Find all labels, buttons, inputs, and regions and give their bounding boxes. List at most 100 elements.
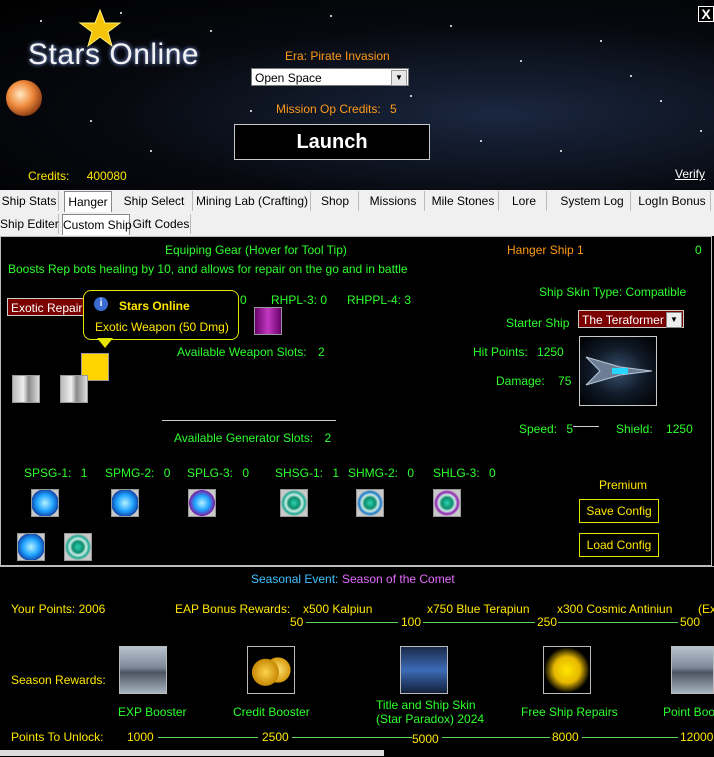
generator-shlg3: SHLG-3: 0 — [433, 466, 496, 480]
progress-line — [306, 622, 398, 623]
reward-free-repairs: Free Ship Repairs — [521, 705, 618, 719]
verify-link[interactable]: Verify — [675, 167, 705, 181]
damage-label: Damage: — [496, 374, 545, 388]
tab-shop[interactable]: Shop — [312, 191, 359, 211]
tab-hanger[interactable]: Hanger — [64, 191, 112, 212]
progress-line — [158, 737, 258, 738]
divider — [162, 420, 336, 421]
reward-credit-booster: Credit Booster — [233, 705, 310, 719]
exp-booster-icon[interactable] — [119, 646, 167, 694]
generator-slot-shsg1[interactable] — [280, 489, 308, 517]
horizontal-scrollbar[interactable] — [0, 750, 384, 756]
generator-slot-shmg2[interactable] — [356, 489, 384, 517]
eap-point-2: 100 — [401, 615, 422, 629]
ship-image — [579, 336, 657, 406]
ship-dropdown[interactable]: The Teraformer ▼ — [578, 310, 684, 328]
gear-count: 0 — [240, 293, 247, 307]
launch-button[interactable]: Launch — [234, 124, 430, 160]
rhpl3-stat: RHPL-3: 0 — [271, 293, 327, 307]
credits-label: Credits: — [28, 169, 70, 183]
speed-label: Speed: — [519, 422, 558, 436]
chevron-down-icon[interactable]: ▼ — [666, 312, 682, 328]
load-config-button[interactable]: Load Config — [579, 533, 659, 557]
generator-slot-splg3[interactable] — [188, 489, 216, 517]
season-event-label: Seasonal Event: — [251, 572, 339, 586]
tab-ship-editer[interactable]: Ship Editer — [0, 214, 59, 234]
rhppl4-value: 3 — [404, 293, 412, 307]
tooltip: i Stars Online Exotic Weapon (50 Dmg) — [83, 290, 239, 340]
rhppl4-stat: RHPPL-4: 3 — [347, 293, 411, 307]
speed-value: 5 — [566, 422, 574, 436]
equipping-title: Equiping Gear (Hover for Tool Tip) — [165, 243, 347, 257]
progress-line — [442, 737, 550, 738]
weapon-slot-rhppl[interactable] — [254, 307, 282, 335]
generator-label: SPLG-3: — [187, 466, 234, 480]
tab-custom-ship[interactable]: Custom Ship — [62, 214, 132, 235]
unlock-points-5: 12000 — [680, 730, 714, 744]
speed-stat: Speed: 5 — [519, 422, 573, 436]
tab-bar: Ship Stats Hanger Ship Select Mining Lab… — [0, 190, 714, 236]
tab-login-bonus[interactable]: LogIn Bonus — [634, 191, 711, 211]
comet-icon — [6, 80, 42, 116]
tab-missions[interactable]: Missions — [362, 191, 425, 211]
mission-op-credits: Mission Op Credits: 5 — [276, 102, 397, 116]
eap-reward-2: x750 Blue Terapiun — [427, 602, 530, 616]
shield-stat: Shield: 1250 — [616, 422, 693, 436]
tab-system-log[interactable]: System Log — [554, 191, 631, 211]
hit-points-value: 1250 — [537, 345, 564, 359]
your-points-value: 2006 — [78, 602, 106, 616]
save-config-button[interactable]: Save Config — [579, 499, 659, 523]
generator-spsg1: SPSG-1: 1 — [24, 466, 87, 480]
your-points: Your Points: 2006 — [11, 602, 105, 616]
generator-label: SHMG-2: — [348, 466, 399, 480]
damage-stat: Damage: 75 — [496, 374, 571, 388]
reward-exp-booster: EXP Booster — [118, 705, 187, 719]
header-banner: Stars Online X Era: Pirate Invasion Open… — [0, 0, 714, 190]
tab-ship-select[interactable]: Ship Select — [116, 191, 193, 211]
reward-title-skin: Title and Ship Skin — [376, 698, 476, 712]
reward-title-skin-2: (Star Paradox) 2024 — [376, 712, 485, 726]
point-booster-icon[interactable] — [671, 646, 714, 694]
eap-reward-3: x300 Cosmic Antiniun — [557, 602, 673, 616]
ship-skin-icon[interactable] — [400, 646, 448, 694]
generator-slot-spmg2[interactable] — [111, 489, 139, 517]
tab-gift-codes[interactable]: Gift Codes — [132, 214, 191, 234]
generator-value: 0 — [489, 466, 496, 480]
tooltip-tail — [97, 338, 113, 348]
generator-shmg2: SHMG-2: 0 — [348, 466, 414, 480]
divider — [573, 426, 599, 427]
equipped-generator-2[interactable] — [64, 533, 92, 561]
generator-slots-value: 2 — [324, 431, 332, 445]
tab-ship-stats[interactable]: Ship Stats — [0, 191, 59, 211]
generator-slots-stat: Available Generator Slots: 2 — [174, 431, 331, 445]
eap-point-3: 250 — [537, 615, 558, 629]
location-dropdown[interactable]: Open Space ▼ — [251, 68, 409, 86]
weapon-slot-2[interactable] — [60, 375, 88, 403]
weapon-slots-label: Available Weapon Slots: — [177, 345, 307, 359]
your-points-label: Your Points: — [11, 602, 76, 616]
info-icon: i — [94, 297, 108, 311]
ship-skin-type: Ship Skin Type: Compatible — [539, 285, 687, 299]
damage-value: 75 — [558, 374, 572, 388]
weapon-slot-1[interactable] — [12, 375, 40, 403]
location-selected: Open Space — [255, 71, 322, 85]
chevron-down-icon[interactable]: ▼ — [391, 70, 407, 86]
generator-slot-spsg1[interactable] — [31, 489, 59, 517]
rhpl3-value: 0 — [320, 293, 328, 307]
tab-mile-stones[interactable]: Mile Stones — [428, 191, 499, 211]
starter-ship-label: Starter Ship — [506, 316, 570, 330]
hanger-panel: Equiping Gear (Hover for Tool Tip) Hange… — [0, 236, 712, 566]
tab-mining-lab[interactable]: Mining Lab (Crafting) — [194, 191, 311, 211]
unlock-points-1: 1000 — [127, 730, 154, 744]
credit-booster-icon[interactable] — [247, 646, 295, 694]
generator-slot-shlg3[interactable] — [433, 489, 461, 517]
generator-value: 0 — [242, 466, 250, 480]
season-event-name: Season of the Comet — [342, 572, 455, 586]
close-button[interactable]: X — [698, 6, 714, 22]
tooltip-text: Exotic Weapon (50 Dmg) — [95, 320, 229, 334]
free-repairs-icon[interactable] — [543, 646, 591, 694]
generator-label: SPMG-2: — [105, 466, 155, 480]
shield-label: Shield: — [616, 422, 653, 436]
tab-lore[interactable]: Lore — [502, 191, 547, 211]
equipped-generator-1[interactable] — [17, 533, 45, 561]
